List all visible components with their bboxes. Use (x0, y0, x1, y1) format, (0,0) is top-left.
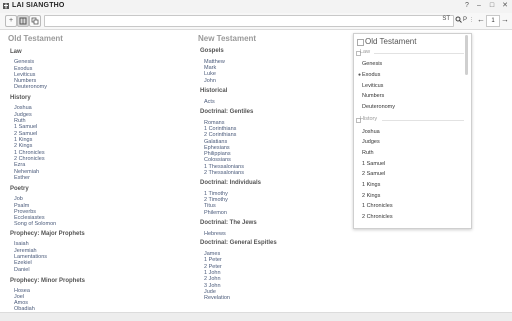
selected-bullet-icon: ● (358, 72, 362, 78)
app-title: LAI SIANGTHO (12, 2, 65, 9)
arrow-right-icon[interactable]: → (501, 15, 509, 25)
books-view-button[interactable] (17, 15, 29, 27)
book-ezekiel[interactable]: Ezekiel (14, 260, 32, 266)
section-divider (382, 120, 464, 121)
popup-title: Old Testament (365, 37, 417, 46)
group-historical: Historical (200, 88, 228, 94)
search-icon[interactable] (455, 15, 462, 26)
popup-item-joshua[interactable]: Joshua (362, 129, 380, 135)
group-major-prophets: Prophecy: Major Prophets (10, 231, 85, 237)
reference-search-input[interactable]: ST (44, 15, 454, 27)
group-doctrinal-gentiles: Doctrinal: Gentiles (200, 109, 254, 115)
copy-icon (31, 17, 39, 25)
paragraph-icon[interactable]: P (463, 15, 467, 25)
new-testament-title: New Testament (198, 34, 257, 43)
popup-section-history: History (360, 116, 378, 122)
group-poetry: Poetry (10, 186, 29, 192)
popup-item-1-kings[interactable]: 1 Kings (362, 182, 380, 188)
popup-item-leviticus[interactable]: Leviticus (362, 83, 383, 89)
popup-section-law: Law (360, 49, 371, 55)
section-divider (374, 53, 464, 54)
book-icon (19, 17, 27, 25)
book-john[interactable]: John (204, 78, 216, 84)
book-2-thessalonians[interactable]: 2 Thessalonians (204, 170, 244, 176)
book-ezra[interactable]: Ezra (14, 162, 25, 168)
book-acts[interactable]: Acts (204, 99, 215, 105)
book-revelation[interactable]: Revelation (204, 295, 230, 301)
book-genesis[interactable]: Genesis (14, 59, 34, 65)
group-doctrinal-individuals: Doctrinal: Individuals (200, 180, 262, 186)
popup-item-judges[interactable]: Judges (362, 139, 380, 145)
close-button[interactable]: ✕ (500, 1, 510, 11)
book-1-peter[interactable]: 1 Peter (204, 257, 222, 263)
group-law: Law (10, 49, 22, 55)
book-picker-popup: Old Testament Law Genesis ● Exodus Levit… (353, 33, 472, 229)
book-2-kings[interactable]: 2 Kings (14, 143, 32, 149)
book-hebrews[interactable]: Hebrews (204, 231, 226, 237)
book-2-john[interactable]: 2 John (204, 276, 221, 282)
book-isaiah[interactable]: Isaiah (14, 241, 29, 247)
book-deuteronomy[interactable]: Deuteronomy (14, 84, 47, 90)
group-gospels: Gospels (200, 48, 224, 54)
popup-item-genesis[interactable]: Genesis (362, 61, 382, 67)
help-button[interactable]: ? (462, 1, 472, 11)
book-1-samuel[interactable]: 1 Samuel (14, 124, 37, 130)
old-testament-title: Old Testament (8, 34, 63, 43)
toolbar: + ST P ⋮ ← 1 → (0, 13, 512, 30)
page-number-field[interactable]: 1 (486, 15, 500, 27)
add-tab-button[interactable]: + (5, 15, 17, 27)
book-daniel[interactable]: Daniel (14, 267, 30, 273)
group-doctrinal-jews: Doctrinal: The Jews (200, 220, 257, 226)
book-esther[interactable]: Esther (14, 175, 30, 181)
popup-item-2-samuel[interactable]: 2 Samuel (362, 171, 385, 177)
book-titus[interactable]: Titus (204, 203, 216, 209)
popup-item-1-chronicles[interactable]: 1 Chronicles (362, 203, 393, 209)
popup-item-deuteronomy[interactable]: Deuteronomy (362, 104, 395, 110)
copy-view-button[interactable] (29, 15, 41, 27)
settings-icon[interactable]: ⋮ (469, 15, 474, 25)
app-logo-icon (3, 3, 9, 9)
book-colossians[interactable]: Colossians (204, 157, 231, 163)
book-joshua[interactable]: Joshua (14, 105, 32, 111)
popup-item-exodus[interactable]: Exodus (362, 72, 380, 78)
popup-item-numbers[interactable]: Numbers (362, 93, 384, 99)
title-bar: LAI SIANGTHO ? – □ ✕ (0, 0, 512, 14)
maximize-button[interactable]: □ (487, 1, 497, 11)
search-reference-text: ST (442, 16, 450, 22)
arrow-left-icon[interactable]: ← (477, 15, 485, 25)
group-general-epistles: Doctrinal: General Espitles (200, 240, 277, 246)
book-2-corinthians[interactable]: 2 Corinthians (204, 132, 236, 138)
popup-item-1-samuel[interactable]: 1 Samuel (362, 161, 385, 167)
popup-scrollbar[interactable] (465, 35, 468, 75)
book-philemon[interactable]: Philemon (204, 210, 227, 216)
group-history: History (10, 95, 31, 101)
popup-item-2-chronicles[interactable]: 2 Chronicles (362, 214, 393, 220)
book-song-of-solomon[interactable]: Song of Solomon (14, 221, 56, 227)
popup-item-2-kings[interactable]: 2 Kings (362, 193, 380, 199)
popup-item-ruth[interactable]: Ruth (362, 150, 374, 156)
minimize-button[interactable]: – (474, 1, 484, 11)
book-luke[interactable]: Luke (204, 71, 216, 77)
popup-checkbox[interactable] (357, 39, 364, 46)
book-job[interactable]: Job (14, 196, 23, 202)
group-minor-prophets: Prophecy: Minor Prophets (10, 278, 86, 284)
